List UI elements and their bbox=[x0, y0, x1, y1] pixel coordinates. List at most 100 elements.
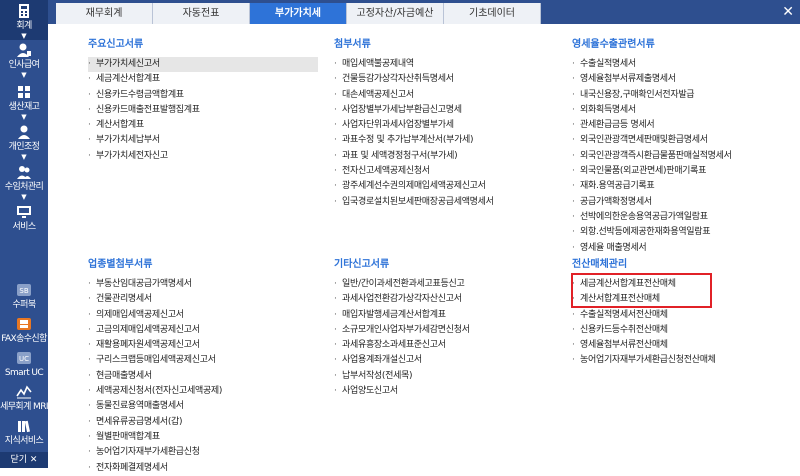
menu-item[interactable]: 과표수정 및 추가납부계산서(부가세) bbox=[334, 133, 564, 149]
sidebar-item-personal[interactable]: 개인조정 ▼ bbox=[0, 124, 48, 164]
menu-item[interactable]: 동물진료용역매출명세서 bbox=[88, 399, 318, 415]
section-title: 전산매체관리 bbox=[572, 259, 628, 270]
menu-item[interactable]: 부동산임대공급가액명세서 bbox=[88, 277, 318, 293]
menu-item[interactable]: 신용카드매출전표발행집계표 bbox=[88, 103, 318, 119]
menu-item[interactable]: 사업자단위과세사업장별부가세 bbox=[334, 118, 564, 134]
menu-item[interactable]: 면세유류공급명세서(갑) bbox=[88, 415, 318, 431]
menu-item[interactable]: 사업장별부가세납부환급신고명세 bbox=[334, 103, 564, 119]
sidebar-item-production[interactable]: 생산재고 ▼ bbox=[0, 84, 48, 124]
section-other: 기타신고서류 일반/간이과세전환과세고표등신고 과세사업전환감가상각자산신고서 … bbox=[334, 257, 564, 400]
menu-item[interactable]: 수출실적명세서 bbox=[572, 57, 797, 73]
menu-item[interactable]: 대손세액공제신고서 bbox=[334, 88, 564, 104]
menu-item[interactable]: 재활용폐자원세액공제신고서 bbox=[88, 338, 318, 354]
menu-item[interactable]: 공급가액확정명세서 bbox=[572, 195, 797, 211]
menu-item[interactable]: 영세율첨부서류전산매체 bbox=[572, 338, 797, 354]
sidebar-label: 수임처관리 bbox=[4, 182, 44, 192]
menu-item[interactable]: 현금매출명세서 bbox=[88, 369, 318, 385]
menu-item[interactable]: 건물등감가상각자산취득명세서 bbox=[334, 72, 564, 88]
sidebar-item-accounting[interactable]: 회계 ▼ bbox=[0, 0, 48, 40]
sidebar-close-button[interactable]: 닫기 ✕ bbox=[0, 452, 48, 468]
menu-item[interactable]: 외국인관광객즉시환급물품판매실적명세서 bbox=[572, 149, 797, 165]
menu-item[interactable]: 수출실적명세서전산매체 bbox=[572, 308, 797, 324]
books-icon bbox=[18, 420, 30, 433]
sidebar-item-service[interactable]: 서비스 bbox=[0, 204, 48, 240]
grid-icon bbox=[18, 86, 30, 98]
menu-item[interactable]: 세금계산서합계표 bbox=[88, 72, 318, 88]
menu-item[interactable]: 부가가치세납부서 bbox=[88, 133, 318, 149]
chevron-down-icon: ▼ bbox=[21, 153, 27, 161]
sidebar-item-payroll[interactable]: 인사급여 ▼ bbox=[0, 42, 48, 82]
calculator-icon bbox=[19, 4, 29, 18]
sidebar-label: 서비스 bbox=[12, 222, 36, 232]
chevron-down-icon: ▼ bbox=[21, 32, 27, 40]
menu-item[interactable]: 부가가치세전자신고 bbox=[88, 149, 318, 165]
tab-vat[interactable]: 부가가치세 bbox=[250, 3, 347, 24]
person-icon bbox=[17, 43, 31, 57]
menu-item[interactable]: 납부서작성(전세목) bbox=[334, 369, 564, 385]
menu-item[interactable]: 외화획득명세서 bbox=[572, 103, 797, 119]
sidebar-item-fax[interactable]: FAX송수신함 bbox=[0, 316, 48, 348]
menu-item[interactable]: 농어업기자재부가세환급신청전산매체 bbox=[572, 353, 797, 369]
chevron-down-icon: ▼ bbox=[21, 113, 27, 121]
menu-item[interactable]: 매입자발행세금계산서합계표 bbox=[334, 308, 564, 324]
menu-item[interactable]: 신용카드수령금액합계표 bbox=[88, 88, 318, 104]
section-title: 주요신고서류 bbox=[88, 39, 144, 50]
section-title: 영세율수출관련서류 bbox=[572, 39, 655, 50]
menu-item[interactable]: 재화.용역공급기록표 bbox=[572, 179, 797, 195]
menu-item[interactable]: 농어업기자재부가세환급신청 bbox=[88, 445, 318, 461]
menu-item[interactable]: 관세환급금등 명세서 bbox=[572, 118, 797, 134]
menu-item[interactable]: 계산서합계표 bbox=[88, 118, 318, 134]
menu-item[interactable]: 세액공제신청서(전자신고세액공제) bbox=[88, 384, 318, 400]
sidebar-item-mri[interactable]: 세무회계 MRI bbox=[0, 384, 49, 416]
sidebar-item-knowledge[interactable]: 지식서비스 bbox=[0, 418, 48, 450]
tab-base-data[interactable]: 기초데이터 bbox=[444, 3, 541, 24]
chart-icon bbox=[16, 385, 32, 399]
menu-item[interactable]: 광주세계선수권의제매입세액공제신고서 bbox=[334, 179, 564, 195]
menu-item[interactable]: 영세율 매출명세서 bbox=[572, 241, 797, 257]
menu-item[interactable]: 고금의제매입세액공제신고서 bbox=[88, 323, 318, 339]
sidebar-label: 생산재고 bbox=[8, 102, 40, 112]
menu-item[interactable]: 건물관리명세서 bbox=[88, 292, 318, 308]
sidebar-label: 개인조정 bbox=[8, 142, 40, 152]
menu-item[interactable]: 매입세액불공제내역 bbox=[334, 57, 564, 73]
menu-item[interactable]: 과세사업전환감가상각자산신고서 bbox=[334, 292, 564, 308]
sidebar-label: 지식서비스 bbox=[4, 436, 44, 446]
tab-auto-voucher[interactable]: 자동전표 bbox=[153, 3, 250, 24]
menu-item[interactable]: 과표 및 세액경정청구서(부가세) bbox=[334, 149, 564, 165]
sidebar-item-smart-uc[interactable]: UC Smart UC bbox=[0, 350, 48, 382]
sb-icon: SB bbox=[17, 284, 31, 296]
tab-financial-accounting[interactable]: 재무회계 bbox=[56, 3, 153, 24]
menu-item[interactable]: 부가가치세신고서 bbox=[88, 57, 318, 73]
menu-item[interactable]: 의제매입세액공제신고서 bbox=[88, 308, 318, 324]
menu-item[interactable]: 선박에의한운송용역공급가액일람표 bbox=[572, 210, 797, 226]
sidebar-item-superbook[interactable]: SB 수퍼북 bbox=[0, 282, 48, 314]
menu-item[interactable]: 월별판매액합계표 bbox=[88, 430, 318, 446]
menu-item[interactable]: 외항.선박등에제공한재화용역일람표 bbox=[572, 225, 797, 241]
tab-fixed-assets[interactable]: 고정자산/자금예산 bbox=[347, 3, 444, 24]
menu-item[interactable]: 구리스크랩등매입세액공제신고서 bbox=[88, 353, 318, 369]
menu-item[interactable]: 사업양도신고서 bbox=[334, 384, 564, 400]
menu-item[interactable]: 외국인물품(외교관면세)판매기록표 bbox=[572, 164, 797, 180]
menu-item[interactable]: 전자화폐결제명세서 bbox=[88, 461, 318, 476]
left-sidebar: 회계 ▼ 인사급여 ▼ 생산재고 ▼ 개인조정 ▼ 수임처관리 ▼ 서비스 SB… bbox=[0, 0, 49, 468]
section-industry: 업종별첨부서류 부동산임대공급가액명세서 건물관리명세서 의제매입세액공제신고서… bbox=[88, 257, 318, 476]
chevron-down-icon: ▼ bbox=[21, 71, 27, 79]
menu-item[interactable]: 내국신용장,구매확인서전자발급 bbox=[572, 88, 797, 104]
section-zero-rate: 영세율수출관련서류 수출실적명세서 영세율첨부서류제출명세서 내국신용장,구매확… bbox=[572, 37, 797, 256]
monitor-icon bbox=[17, 206, 31, 218]
menu-item[interactable]: 영세율첨부서류제출명세서 bbox=[572, 72, 797, 88]
close-icon[interactable]: ✕ bbox=[782, 3, 794, 21]
svg-text:SB: SB bbox=[19, 287, 28, 295]
menu-item[interactable]: 사업용계좌개설신고서 bbox=[334, 353, 564, 369]
sidebar-item-clients[interactable]: 수임처관리 ▼ bbox=[0, 164, 48, 204]
menu-item[interactable]: 신용카드등수취전산매체 bbox=[572, 323, 797, 339]
menu-item[interactable]: 전자신고세액공제신청서 bbox=[334, 164, 564, 180]
menu-item[interactable]: 일반/간이과세전환과세고표등신고 bbox=[334, 277, 564, 293]
menu-item[interactable]: 외국인관광객면세판매및환급명세서 bbox=[572, 133, 797, 149]
menu-item[interactable]: 과세유흥장소과세표준신고서 bbox=[334, 338, 564, 354]
svg-text:UC: UC bbox=[19, 355, 29, 363]
menu-item[interactable]: 입국경로설치된보세판매장공급세액명세서 bbox=[334, 195, 564, 211]
fax-icon bbox=[17, 318, 31, 330]
section-title: 첨부서류 bbox=[334, 39, 371, 50]
menu-item[interactable]: 소규모개인사업자부가세감면신청서 bbox=[334, 323, 564, 339]
